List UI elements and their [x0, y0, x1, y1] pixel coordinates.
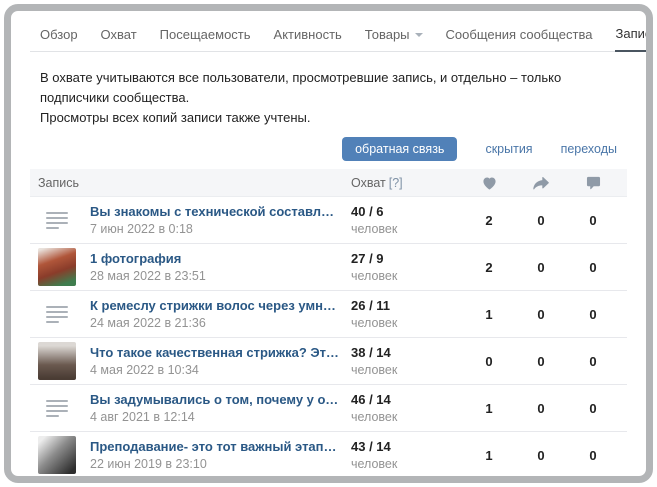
reach-unit: человек: [351, 457, 463, 471]
reach-value: 38 / 14: [351, 345, 463, 360]
comments-count: 0: [567, 354, 619, 369]
post-photo-thumbnail[interactable]: [38, 436, 76, 474]
tab-reach[interactable]: Охват: [101, 27, 137, 51]
post-date: 24 мая 2022 в 21:36: [90, 316, 340, 330]
post-date: 7 июн 2022 в 0:18: [90, 222, 340, 236]
heart-icon: [463, 176, 515, 190]
comments-count: 0: [567, 307, 619, 322]
likes-count: 2: [463, 213, 515, 228]
tab-activity[interactable]: Активность: [274, 27, 342, 51]
post-photo-thumbnail[interactable]: [38, 342, 76, 380]
table-row: К ремеслу стрижки волос через умный, ...…: [30, 291, 627, 338]
likes-count: 2: [463, 260, 515, 275]
likes-count: 0: [463, 354, 515, 369]
comments-count: 0: [567, 448, 619, 463]
post-title-link[interactable]: Вы задумывались о том, почему у одно...: [90, 392, 340, 407]
shares-count: 0: [515, 260, 567, 275]
reach-description-line1: В охвате учитываются все пользователи, п…: [40, 68, 617, 108]
comments-count: 0: [567, 213, 619, 228]
share-icon: [515, 176, 567, 190]
reach-header-label: Охват: [351, 176, 386, 190]
shares-count: 0: [515, 213, 567, 228]
tab-goods[interactable]: Товары: [365, 27, 423, 51]
post-title-link[interactable]: Преподавание- это тот важный этап в п...: [90, 439, 340, 454]
reach-help-link[interactable]: [?]: [389, 176, 403, 190]
shares-count: 0: [515, 354, 567, 369]
text-post-icon[interactable]: [38, 389, 76, 427]
table-row: Что такое качественная стрижка? Это с...…: [30, 338, 627, 385]
reach-unit: человек: [351, 269, 463, 283]
comments-count: 0: [567, 260, 619, 275]
likes-count: 1: [463, 401, 515, 416]
posts-table: Запись Охват[?] Вы знакомы с технической…: [30, 169, 627, 483]
comments-count: 0: [567, 401, 619, 416]
post-title-link[interactable]: Что такое качественная стрижка? Это с...: [90, 345, 340, 360]
column-header-reach: Охват[?]: [351, 176, 463, 190]
likes-count: 1: [463, 448, 515, 463]
posts-table-header: Запись Охват[?]: [30, 169, 627, 197]
text-post-icon[interactable]: [38, 295, 76, 333]
post-title-link[interactable]: Вы знакомы с технической составляю...: [90, 204, 340, 219]
text-post-icon[interactable]: [38, 201, 76, 239]
tab-posts[interactable]: Записи: [615, 26, 653, 52]
shares-count: 0: [515, 448, 567, 463]
tab-community-messages[interactable]: Сообщения сообщества: [446, 27, 593, 51]
shares-count: 0: [515, 401, 567, 416]
reach-value: 40 / 6: [351, 204, 463, 219]
shares-count: 0: [515, 307, 567, 322]
post-date: 4 мая 2022 в 10:34: [90, 363, 340, 377]
reach-unit: человек: [351, 316, 463, 330]
reach-value: 46 / 14: [351, 392, 463, 407]
feedback-filter-button[interactable]: обратная связь: [342, 137, 457, 161]
table-row: 1 фотография 28 мая 2022 в 23:51 27 / 9 …: [30, 244, 627, 291]
tab-overview[interactable]: Обзор: [40, 27, 78, 51]
reach-value: 43 / 14: [351, 439, 463, 454]
post-date: 28 мая 2022 в 23:51: [90, 269, 206, 283]
post-date: 22 июн 2019 в 23:10: [90, 457, 340, 471]
post-title-link[interactable]: К ремеслу стрижки волос через умный, ...: [90, 298, 340, 313]
column-header-post: Запись: [38, 176, 351, 190]
reach-unit: человек: [351, 363, 463, 377]
tab-goods-label: Товары: [365, 27, 410, 42]
post-title-link[interactable]: 1 фотография: [90, 251, 206, 266]
post-date: 4 авг 2021 в 12:14: [90, 410, 340, 424]
reach-unit: человек: [351, 222, 463, 236]
reach-description-line2: Просмотры всех копий записи также учтены…: [40, 108, 617, 128]
comment-icon: [567, 176, 619, 190]
stats-tab-bar: Обзор Охват Посещаемость Активность Това…: [30, 11, 627, 52]
reach-value: 27 / 9: [351, 251, 463, 266]
tab-visitors[interactable]: Посещаемость: [160, 27, 251, 51]
reach-value: 26 / 11: [351, 298, 463, 313]
table-row: 1 фотография 6 июн 2019 в 8:52 38 / 13 ч…: [30, 479, 627, 483]
stats-window: Обзор Охват Посещаемость Активность Това…: [4, 4, 653, 483]
filter-buttons: обратная связь скрытия переходы: [40, 137, 617, 161]
post-photo-thumbnail[interactable]: [38, 248, 76, 286]
clicks-filter-button[interactable]: переходы: [561, 142, 617, 156]
reach-unit: человек: [351, 410, 463, 424]
chevron-down-icon: [415, 33, 423, 37]
table-row: Преподавание- это тот важный этап в п...…: [30, 432, 627, 479]
hides-filter-button[interactable]: скрытия: [485, 142, 532, 156]
table-row: Вы знакомы с технической составляю... 7 …: [30, 197, 627, 244]
reach-description: В охвате учитываются все пользователи, п…: [40, 68, 617, 128]
likes-count: 1: [463, 307, 515, 322]
table-row: Вы задумывались о том, почему у одно... …: [30, 385, 627, 432]
